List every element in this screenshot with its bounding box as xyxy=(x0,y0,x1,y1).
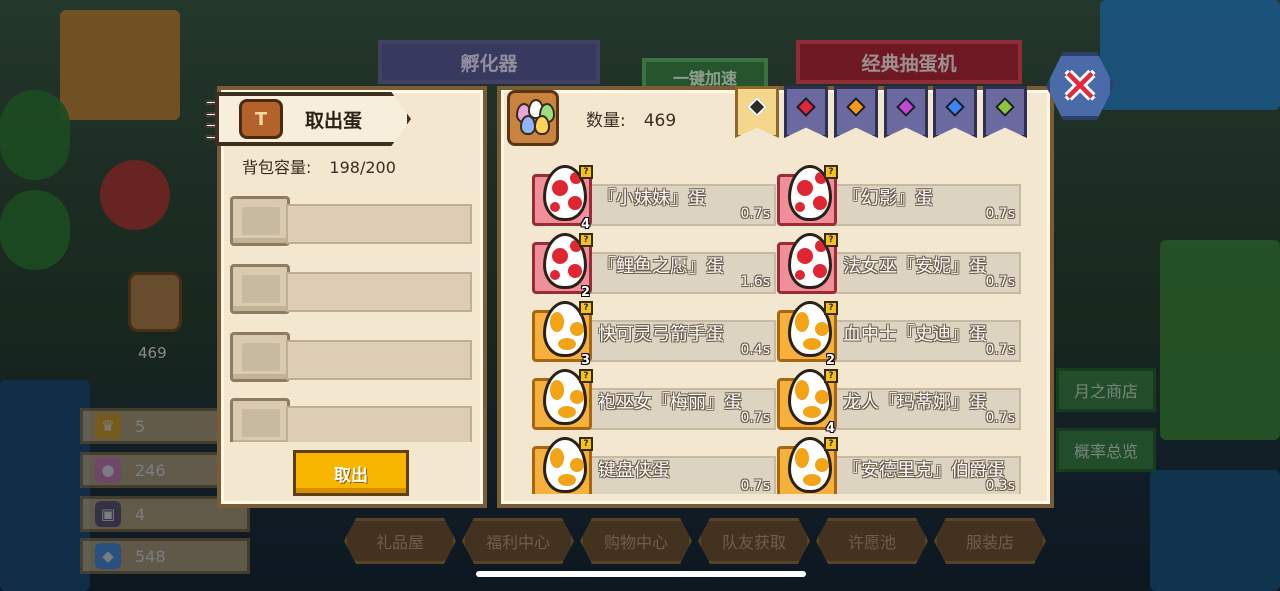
egg-icon-frame: ? 3 xyxy=(532,301,593,368)
egg-hatch-time: 0.7s xyxy=(985,410,1015,426)
egg-icon-frame: ? 2 xyxy=(532,233,593,300)
diamond-red-icon xyxy=(796,97,816,117)
egg-hatch-time: 0.7s xyxy=(740,478,770,494)
egg-hatch-time: 0.7s xyxy=(740,206,770,222)
egg-slot[interactable] xyxy=(230,332,472,382)
egg-item[interactable]: ? 4 龙人『玛蒂娜』蛋 0.7s xyxy=(777,368,1021,436)
question-badge-icon: ? xyxy=(579,165,593,179)
question-badge-icon: ? xyxy=(579,437,593,451)
quantity-value: 469 xyxy=(643,111,677,131)
game-screen: 孵化器 一键加速 经典抽蛋机 469 ♛ 5 ● 246 ▣ 4 ◆ 548 礼… xyxy=(0,0,1280,591)
question-badge-icon: ? xyxy=(824,165,838,179)
egg-item[interactable]: ? 法女巫『安妮』蛋 0.7s xyxy=(777,232,1021,294)
question-badge-icon: ? xyxy=(824,437,838,451)
quantity-label: 数量: xyxy=(586,111,626,131)
egg-icon-frame: ? xyxy=(777,437,838,494)
question-badge-icon: ? xyxy=(579,301,593,315)
home-indicator[interactable] xyxy=(476,571,806,577)
egg-item[interactable]: ? 2 『鲤鱼之愿』蛋 1.6s xyxy=(532,232,776,300)
question-badge-icon: ? xyxy=(579,369,593,383)
egg-icon-frame: ? 4 xyxy=(777,369,838,436)
egg-count: 3 xyxy=(581,353,591,368)
egg-hatch-time: 0.7s xyxy=(740,410,770,426)
diamond-orange-icon xyxy=(846,97,866,117)
egg-quantity: 数量: 469 xyxy=(586,106,676,131)
diamond-purple-icon xyxy=(896,97,916,117)
egg-slot[interactable] xyxy=(230,196,472,246)
egg-icon-frame: ? 2 xyxy=(777,301,838,368)
egg-item[interactable]: ? 3 快可灵弓箭手蛋 0.4s xyxy=(532,300,776,368)
diamond-black-icon xyxy=(747,97,767,117)
take-out-button[interactable]: 取出 xyxy=(293,450,409,496)
egg-list[interactable]: ? 4 『小妹妹』蛋 0.7s? 『幻影』蛋 0.7s? 2 『鲤鱼之愿』蛋 1.6s? 法女巫『… xyxy=(520,160,1030,494)
egg-item[interactable]: ? 袍巫女『梅丽』蛋 0.7s xyxy=(532,368,776,430)
egg-item[interactable]: ? 键盘侠蛋 0.7s xyxy=(532,436,776,494)
egg-slot[interactable] xyxy=(230,398,472,442)
egg-icon-frame: ? 4 xyxy=(532,165,593,232)
egg-count: 4 xyxy=(581,217,591,232)
diamond-blue-icon xyxy=(945,97,965,117)
egg-basket-icon xyxy=(507,90,559,146)
capacity-value: 198/200 xyxy=(329,158,396,177)
egg-hatch-time: 1.6s xyxy=(740,274,770,290)
question-badge-icon: ? xyxy=(824,233,838,247)
egg-count: 2 xyxy=(826,353,836,368)
egg-icon-frame: ? xyxy=(777,233,838,294)
question-badge-icon: ? xyxy=(579,233,593,247)
take-egg-banner: T 取出蛋 xyxy=(215,92,411,146)
egg-hatch-time: 0.7s xyxy=(985,342,1015,358)
panel-title: 取出蛋 xyxy=(305,109,363,132)
backpack-icon: T xyxy=(239,99,283,139)
egg-hatch-time: 0.4s xyxy=(740,342,770,358)
egg-count: 4 xyxy=(826,421,836,436)
egg-item[interactable]: ? 4 『小妹妹』蛋 0.7s xyxy=(532,164,776,232)
question-badge-icon: ? xyxy=(824,301,838,315)
egg-slot[interactable] xyxy=(230,264,472,314)
capacity-label: 背包容量: xyxy=(242,158,312,177)
egg-hatch-time: 0.7s xyxy=(985,206,1015,222)
egg-item[interactable]: ? 『幻影』蛋 0.7s xyxy=(777,164,1021,226)
question-badge-icon: ? xyxy=(824,369,838,383)
egg-item[interactable]: ? 2 血中士『史迪』蛋 0.7s xyxy=(777,300,1021,368)
egg-icon-frame: ? xyxy=(532,437,593,494)
backpack-capacity: 背包容量: 198/200 xyxy=(242,154,396,178)
diamond-green-icon xyxy=(995,97,1015,117)
egg-count: 2 xyxy=(581,285,591,300)
egg-icon-frame: ? xyxy=(532,369,593,430)
egg-hatch-time: 0.3s xyxy=(985,478,1015,494)
egg-item[interactable]: ? 『安德里克』伯爵蛋 0.3s xyxy=(777,436,1021,494)
egg-icon-frame: ? xyxy=(777,165,838,226)
egg-hatch-time: 0.7s xyxy=(985,274,1015,290)
close-icon: ✕ xyxy=(1060,59,1100,113)
